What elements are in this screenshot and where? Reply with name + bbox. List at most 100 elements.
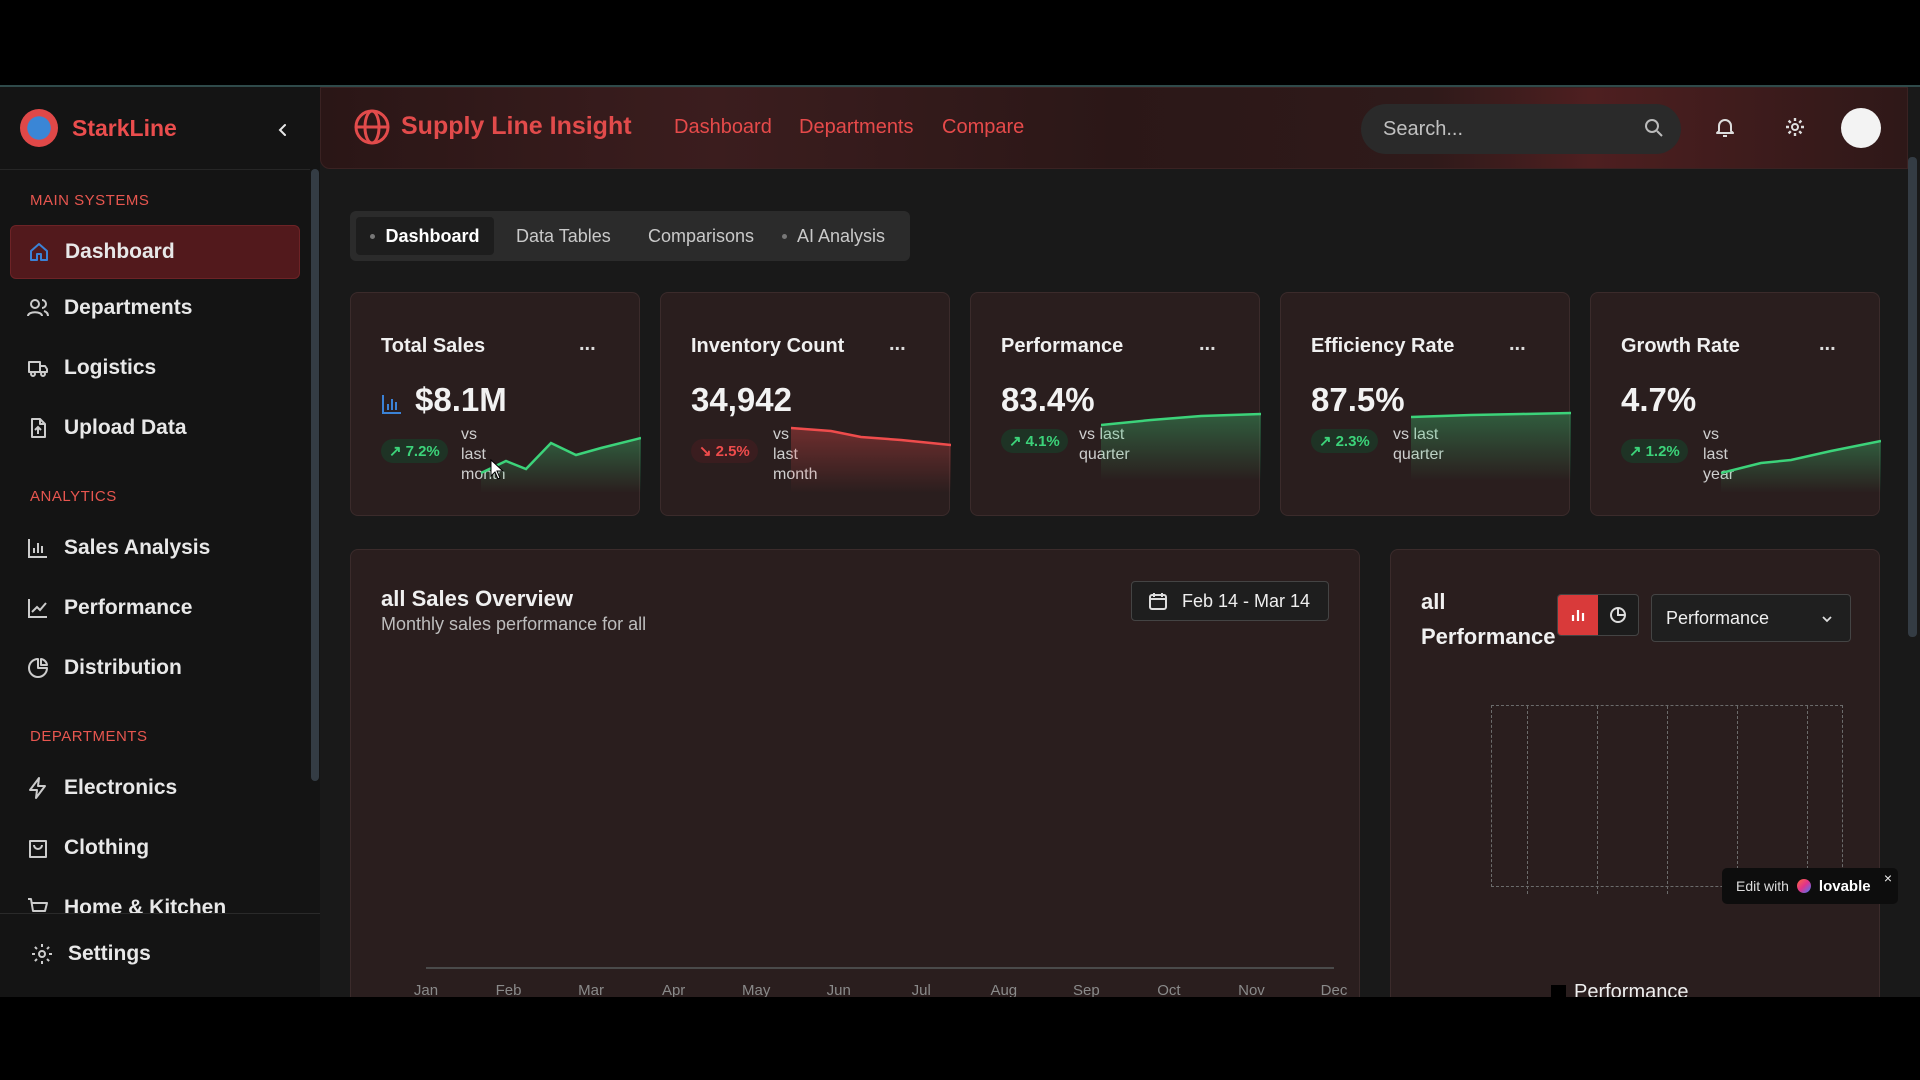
card-title: Total Sales: [381, 335, 486, 357]
close-icon[interactable]: ×: [1884, 870, 1892, 886]
card-value: 34,942: [691, 381, 792, 418]
change-badge: ↗ 4.1%: [1001, 429, 1068, 453]
sidebar-item-label: Clothing: [64, 836, 150, 859]
sidebar-item-label: Settings: [68, 942, 151, 965]
file-upload-icon: [31, 418, 46, 438]
home-icon: [30, 243, 48, 261]
sidebar-item-electronics[interactable]: Electronics: [10, 761, 300, 815]
sidebar-item-label: Dashboard: [65, 240, 175, 263]
section-analytics: ANALYTICS: [30, 488, 117, 505]
card-value: $8.1M: [415, 381, 507, 418]
edit-with-lovable-badge[interactable]: Edit with lovable ×: [1722, 868, 1898, 904]
chart-legend: Performance: [1551, 981, 1689, 997]
x-axis-label: May: [742, 982, 771, 997]
calendar-icon: [1149, 593, 1167, 610]
sidebar-item-home-kitchen[interactable]: Home & Kitchen: [10, 881, 300, 914]
change-badge: ↗ 7.2%: [381, 439, 448, 463]
tab-data-tables[interactable]: Data Tables: [516, 217, 611, 255]
x-axis-label: Jan: [413, 982, 439, 997]
tab-ai-analysis[interactable]: AI Analysis: [782, 217, 885, 255]
tab-dashboard[interactable]: Dashboard: [356, 217, 494, 255]
sidebar-item-label: Upload Data: [64, 416, 187, 439]
bar-view-button[interactable]: [1558, 595, 1598, 635]
search-icon[interactable]: [1643, 117, 1665, 139]
bell-icon[interactable]: [1713, 115, 1737, 139]
shopping-bag-icon: [29, 840, 47, 858]
change-badge: ↘ 2.5%: [691, 439, 758, 463]
sidebar-item-sales-analysis[interactable]: Sales Analysis: [10, 521, 300, 575]
x-axis-label: Dec: [1320, 982, 1348, 997]
sidebar-nav: MAIN SYSTEMS Dashboard Departments Logis…: [0, 169, 310, 914]
brand[interactable]: StarkLine: [20, 109, 177, 147]
sidebar-item-settings[interactable]: Settings: [14, 927, 304, 981]
trend-up-icon: ↗: [1319, 433, 1332, 450]
app-window: StarkLine MAIN SYSTEMS Dashboard Departm…: [0, 85, 1920, 997]
sidebar-item-logistics[interactable]: Logistics: [10, 341, 300, 395]
nav-link-compare[interactable]: Compare: [942, 116, 1024, 139]
sidebar-item-label: Departments: [64, 296, 193, 319]
lovable-prefix: Edit with: [1736, 878, 1789, 894]
card-title: Performance: [1001, 335, 1124, 357]
nav-link-departments[interactable]: Departments: [799, 116, 914, 139]
date-range-label: Feb 14 - Mar 14: [1182, 590, 1311, 611]
sidebar-item-dashboard[interactable]: Dashboard: [10, 225, 300, 279]
pie-chart-icon: [28, 658, 48, 678]
kpi-card-performance: Performance ... 83.4% ↗4.1% vs lastquart…: [970, 292, 1261, 516]
sidebar-item-label: Performance: [64, 596, 193, 619]
kpi-card-growth-rate: Growth Rate ... 4.7% ↗ 1.2% vs last year: [1590, 292, 1881, 516]
nav-link-dashboard[interactable]: Dashboard: [674, 116, 772, 139]
truck-icon: [28, 361, 48, 377]
sparkline: [481, 436, 641, 493]
heart-icon: [1796, 879, 1811, 893]
section-main-systems: MAIN SYSTEMS: [30, 192, 150, 209]
pie-view-button[interactable]: [1598, 595, 1638, 635]
kpi-card-efficiency-rate: Efficiency Rate ... 87.5% ↗2.3% vs lastq…: [1280, 292, 1571, 516]
sidebar-item-departments[interactable]: Departments: [10, 281, 300, 335]
collapse-sidebar-button[interactable]: [268, 115, 298, 145]
card-title: Growth Rate: [1621, 335, 1740, 357]
sidebar-item-label: Distribution: [64, 656, 182, 679]
panel-title: all Sales Overview: [381, 586, 574, 611]
sidebar-item-label: Electronics: [64, 776, 178, 799]
x-axis-label: Feb: [495, 982, 522, 997]
cart-icon: [28, 898, 48, 912]
x-axis-label: Jun: [826, 982, 851, 997]
gear-icon[interactable]: [1783, 115, 1807, 139]
date-range-button[interactable]: Feb 14 - Mar 14: [1131, 581, 1329, 621]
section-departments: DEPARTMENTS: [30, 728, 148, 745]
trend-up-icon: ↗: [1629, 443, 1642, 460]
sidebar-item-performance[interactable]: Performance: [10, 581, 300, 635]
more-options-button[interactable]: ...: [1509, 333, 1526, 356]
x-axis-line: [426, 967, 1334, 969]
sidebar-item-upload-data[interactable]: Upload Data: [10, 401, 300, 455]
tab-comparisons[interactable]: Comparisons: [648, 217, 754, 255]
more-options-button[interactable]: ...: [1199, 333, 1216, 356]
more-options-button[interactable]: ...: [1819, 333, 1836, 356]
sidebar-scrollbar[interactable]: [311, 169, 319, 781]
sales-overview-panel: all Sales Overview Monthly sales perform…: [350, 549, 1360, 997]
gear-icon: [32, 944, 52, 964]
card-value: 83.4%: [1001, 381, 1095, 418]
x-axis-label: Apr: [661, 982, 686, 997]
brand-logo-icon: [20, 109, 58, 147]
sidebar-footer: Settings: [0, 913, 320, 997]
bar-chart-icon: [28, 539, 47, 558]
more-options-button[interactable]: ...: [889, 333, 906, 356]
card-title: Inventory Count: [691, 335, 845, 357]
search-bar: [1361, 104, 1681, 154]
chart-type-toggle: [1557, 594, 1639, 636]
avatar[interactable]: [1841, 108, 1881, 148]
search-input[interactable]: [1381, 116, 1625, 142]
sparkline: [1101, 412, 1261, 481]
main-scrollbar[interactable]: [1908, 157, 1917, 637]
pie-chart-icon: [1610, 607, 1626, 623]
sidebar-item-distribution[interactable]: Distribution: [10, 641, 300, 695]
trend-up-icon: ↗: [389, 443, 402, 460]
more-options-button[interactable]: ...: [579, 333, 596, 356]
bar-chart-icon: [1571, 610, 1585, 621]
metric-select[interactable]: Performance: [1651, 594, 1851, 642]
users-icon: [27, 299, 49, 317]
x-axis-label: Sep: [1073, 982, 1100, 997]
sidebar-item-clothing[interactable]: Clothing: [10, 821, 300, 875]
legend-label: Performance: [1574, 981, 1689, 997]
